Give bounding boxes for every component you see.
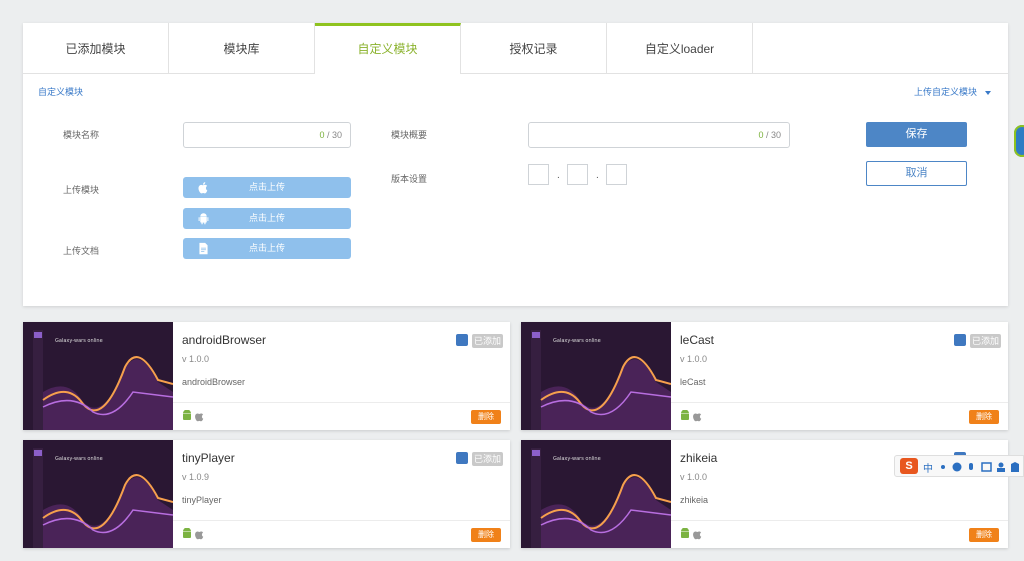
module-version: v 1.0.0 xyxy=(182,354,210,364)
module-description: tinyPlayer xyxy=(182,495,222,505)
ime-mode-toggle[interactable]: 中 xyxy=(923,460,933,475)
module-version: v 1.0.0 xyxy=(680,354,708,364)
svg-text:Galaxy-wars online: Galaxy-wars online xyxy=(55,456,103,462)
upload-custom-module-dropdown[interactable]: 上传自定义模块 xyxy=(914,85,991,98)
module-name: tinyPlayer xyxy=(182,451,235,465)
upload-ios-label: 点击上传 xyxy=(248,182,285,192)
module-thumbnail: Galaxy-wars online xyxy=(23,440,173,548)
version-separator: . xyxy=(596,170,599,181)
edit-icon[interactable] xyxy=(954,334,966,346)
ime-logo[interactable]: S xyxy=(900,458,918,474)
platform-icons xyxy=(182,409,206,427)
module-name-input[interactable]: 0 / 30 xyxy=(183,122,351,148)
delete-button[interactable]: 删除 xyxy=(969,410,999,424)
breadcrumb[interactable]: 自定义模块 xyxy=(38,85,83,98)
delete-button[interactable]: 删除 xyxy=(969,528,999,542)
module-name: leCast xyxy=(680,333,715,347)
module-name: zhikeia xyxy=(680,451,718,465)
document-icon xyxy=(199,242,208,255)
apple-icon xyxy=(693,413,702,422)
tab-custom-loader[interactable]: 自定义loader xyxy=(607,23,753,73)
ime-toolbar: S 中 xyxy=(894,455,1024,477)
upload-android-label: 点击上传 xyxy=(248,213,285,223)
added-badge: 已添加 xyxy=(472,334,503,348)
upload-custom-module-label: 上传自定义模块 xyxy=(913,87,977,97)
android-icon xyxy=(681,409,689,420)
module-card: Galaxy-wars online tinyPlayer v 1.0.9 ti… xyxy=(23,440,510,548)
custom-module-panel: 已添加模块 模块库 自定义模块 授权记录 自定义loader 自定义模块 上传自… xyxy=(23,23,1008,306)
card-divider xyxy=(173,402,510,403)
tab-module-library[interactable]: 模块库 xyxy=(169,23,315,73)
module-summary-counter: 0 / 30 xyxy=(758,130,781,140)
module-thumbnail: Galaxy-wars online xyxy=(521,440,671,548)
version-settings-label: 版本设置 xyxy=(391,174,428,184)
android-icon xyxy=(183,527,191,538)
card-divider xyxy=(173,520,510,521)
platform-icons xyxy=(182,527,206,545)
android-icon xyxy=(183,409,191,420)
ime-tool-icons[interactable] xyxy=(939,461,1021,473)
module-name-counter: 0 / 30 xyxy=(319,130,342,140)
tab-added-modules[interactable]: 已添加模块 xyxy=(23,23,169,73)
caret-down-icon xyxy=(985,90,991,95)
apple-icon xyxy=(198,182,208,194)
upload-document-label: 上传文档 xyxy=(63,246,100,256)
svg-text:Galaxy-wars online: Galaxy-wars online xyxy=(553,456,601,462)
cancel-button[interactable]: 取消 xyxy=(866,161,967,186)
svg-text:Galaxy-wars online: Galaxy-wars online xyxy=(553,338,601,344)
module-thumbnail: Galaxy-wars online xyxy=(23,322,173,430)
version-major-input[interactable] xyxy=(528,164,549,185)
tab-bar: 已添加模块 模块库 自定义模块 授权记录 自定义loader xyxy=(23,23,1008,74)
module-thumbnail: Galaxy-wars online xyxy=(521,322,671,430)
upload-android-button[interactable]: 点击上传 xyxy=(183,208,351,229)
module-card: Galaxy-wars online leCast v 1.0.0 leCast… xyxy=(521,322,1008,430)
module-summary-input[interactable]: 0 / 30 xyxy=(528,122,790,148)
save-button[interactable]: 保存 xyxy=(866,122,967,147)
android-icon xyxy=(198,213,209,225)
delete-button[interactable]: 删除 xyxy=(471,528,501,542)
delete-button[interactable]: 删除 xyxy=(471,410,501,424)
apple-icon xyxy=(195,531,204,540)
module-version: v 1.0.9 xyxy=(182,472,210,482)
version-separator: . xyxy=(557,170,560,181)
edit-icon[interactable] xyxy=(456,452,468,464)
svg-text:Galaxy-wars online: Galaxy-wars online xyxy=(55,338,103,344)
apple-icon xyxy=(195,413,204,422)
version-patch-input[interactable] xyxy=(606,164,627,185)
platform-icons xyxy=(680,409,704,427)
upload-module-label: 上传模块 xyxy=(63,185,100,195)
apple-icon xyxy=(693,531,702,540)
version-minor-input[interactable] xyxy=(567,164,588,185)
module-name-label: 模块名称 xyxy=(63,130,100,140)
module-description: leCast xyxy=(680,377,706,387)
edit-icon[interactable] xyxy=(456,334,468,346)
module-summary-label: 模块概要 xyxy=(391,130,428,140)
module-name: androidBrowser xyxy=(182,333,267,347)
added-badge: 已添加 xyxy=(970,334,1001,348)
module-card: Galaxy-wars online androidBrowser v 1.0.… xyxy=(23,322,510,430)
card-divider xyxy=(671,402,1008,403)
upload-document-button-label: 点击上传 xyxy=(248,243,285,253)
module-description: androidBrowser xyxy=(182,377,246,387)
upload-document-button[interactable]: 点击上传 xyxy=(183,238,351,259)
tab-authorization-records[interactable]: 授权记录 xyxy=(461,23,607,73)
card-divider xyxy=(671,520,1008,521)
module-description: zhikeia xyxy=(680,495,709,505)
tab-custom-modules[interactable]: 自定义模块 xyxy=(315,23,461,74)
module-version: v 1.0.0 xyxy=(680,472,708,482)
floating-globe-icon[interactable] xyxy=(1014,125,1024,157)
platform-icons xyxy=(680,527,704,545)
added-badge: 已添加 xyxy=(472,452,503,466)
android-icon xyxy=(681,527,689,538)
upload-ios-button[interactable]: 点击上传 xyxy=(183,177,351,198)
